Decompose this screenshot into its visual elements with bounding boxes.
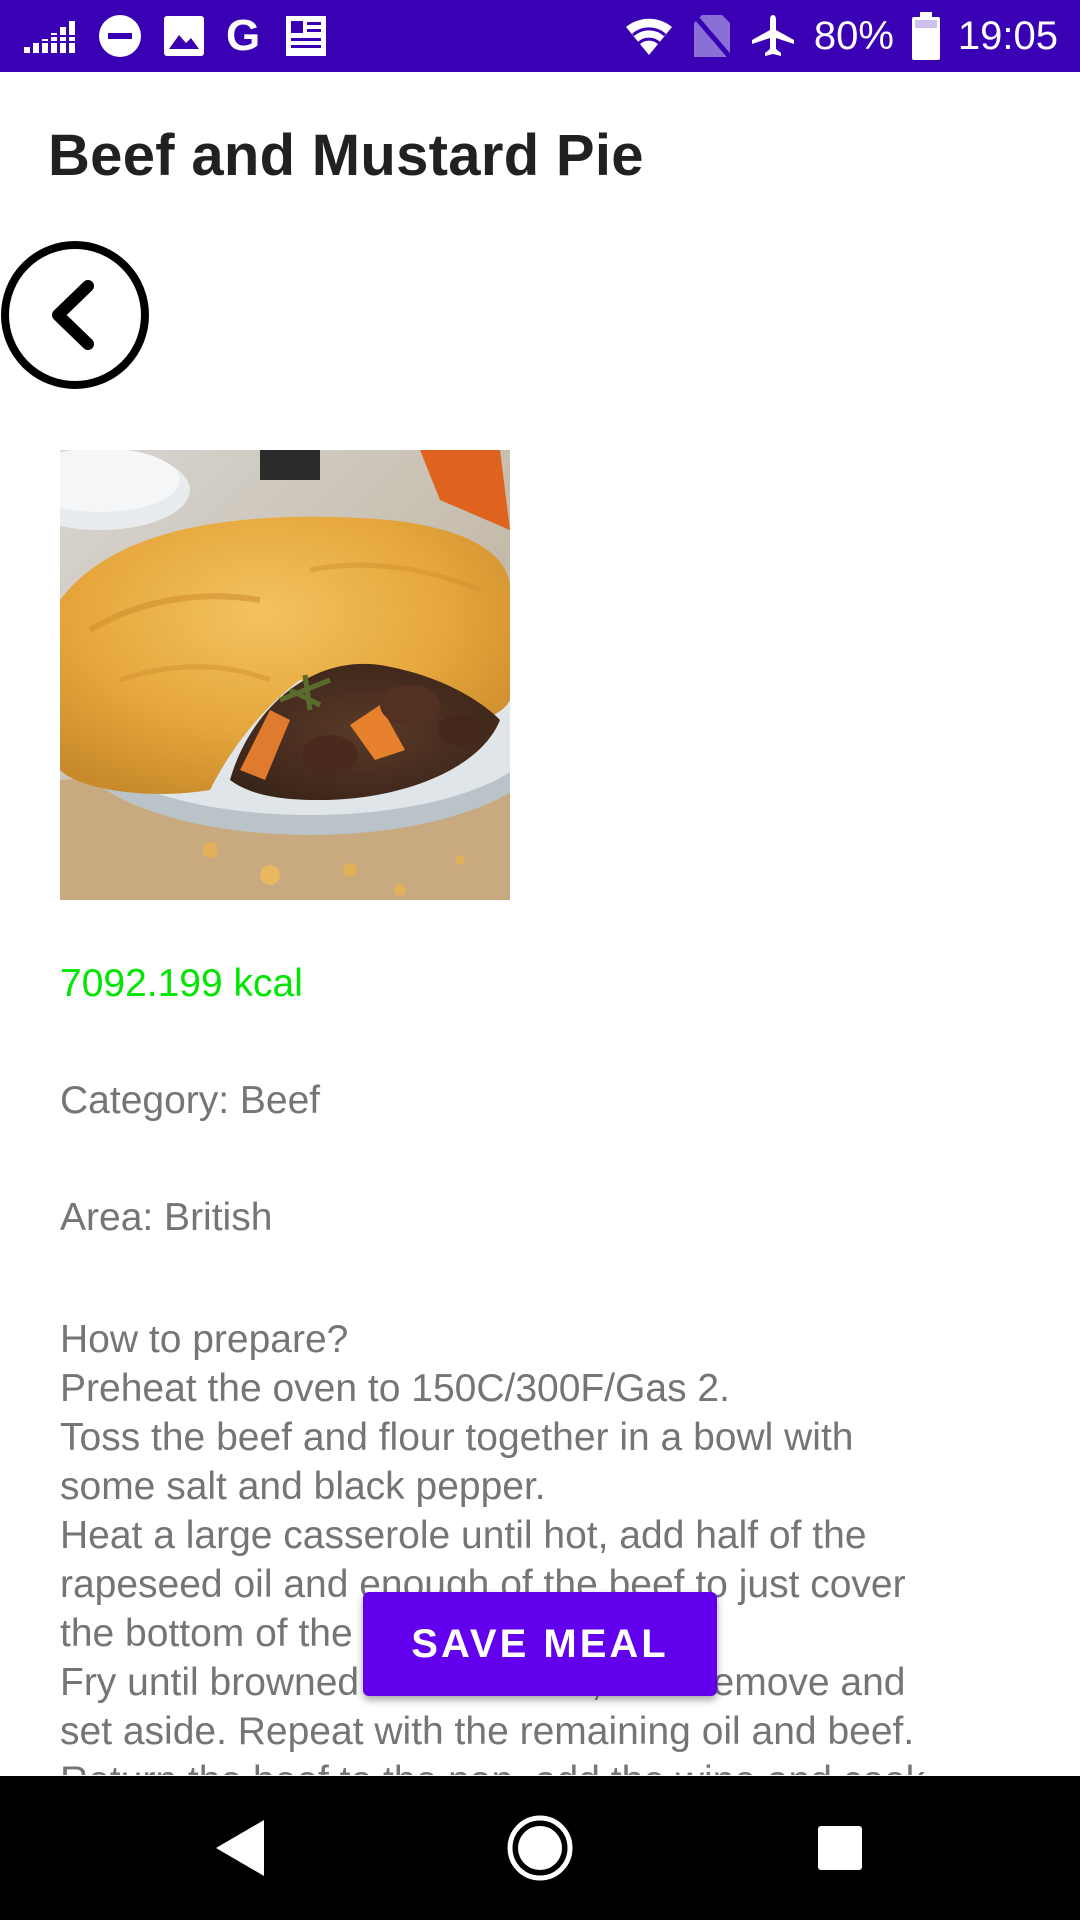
instructions-line: Toss the beef and flour together in a bo… — [60, 1416, 854, 1459]
image-icon — [164, 16, 204, 56]
area-label: Area: British — [60, 1196, 273, 1239]
signal-bars-icon — [24, 19, 76, 53]
triangle-back-icon — [216, 1820, 264, 1876]
instructions-line: some salt and black pepper. — [60, 1465, 546, 1508]
navigation-bar — [0, 1776, 1080, 1920]
square-recents-icon — [818, 1826, 862, 1870]
do-not-disturb-icon — [98, 14, 142, 58]
battery-percent: 80% — [813, 14, 894, 58]
save-meal-button[interactable]: SAVE MEAL — [363, 1592, 717, 1696]
nav-back-button[interactable] — [160, 1776, 320, 1920]
instructions-line: Preheat the oven to 150C/300F/Gas 2. — [60, 1367, 730, 1410]
status-bar: G 80% 19:05 — [0, 0, 1080, 72]
kcal-value: 7092.199 kcal — [60, 962, 303, 1005]
instructions-line: Return the beef to the pan, add the wine… — [60, 1756, 1050, 1775]
clock: 19:05 — [957, 14, 1058, 58]
airplane-icon — [750, 13, 796, 59]
no-sim-icon — [691, 13, 732, 59]
category-label: Category: Beef — [60, 1079, 321, 1122]
chevron-left-circle-icon — [1, 241, 149, 389]
nav-recents-button[interactable] — [760, 1776, 920, 1920]
instructions-line: How to prepare? — [60, 1318, 349, 1361]
nav-home-button[interactable] — [460, 1776, 620, 1920]
status-left-icons: G — [24, 10, 330, 62]
meal-image — [60, 450, 510, 900]
instructions-text: How to prepare? Preheat the oven to 150C… — [60, 1315, 1050, 1775]
wifi-icon — [624, 15, 674, 57]
status-right-icons: 80% 19:05 — [624, 8, 1058, 64]
battery-icon — [911, 12, 940, 60]
google-g-icon: G — [226, 11, 261, 60]
page-title: Beef and Mustard Pie — [48, 123, 644, 188]
instructions-line: set aside. Repeat with the remaining oil… — [60, 1710, 915, 1753]
back-button[interactable] — [0, 240, 150, 390]
instructions-line: Heat a large casserole until hot, add ha… — [60, 1514, 867, 1557]
news-icon — [282, 12, 330, 60]
home-circle-icon — [507, 1815, 573, 1881]
